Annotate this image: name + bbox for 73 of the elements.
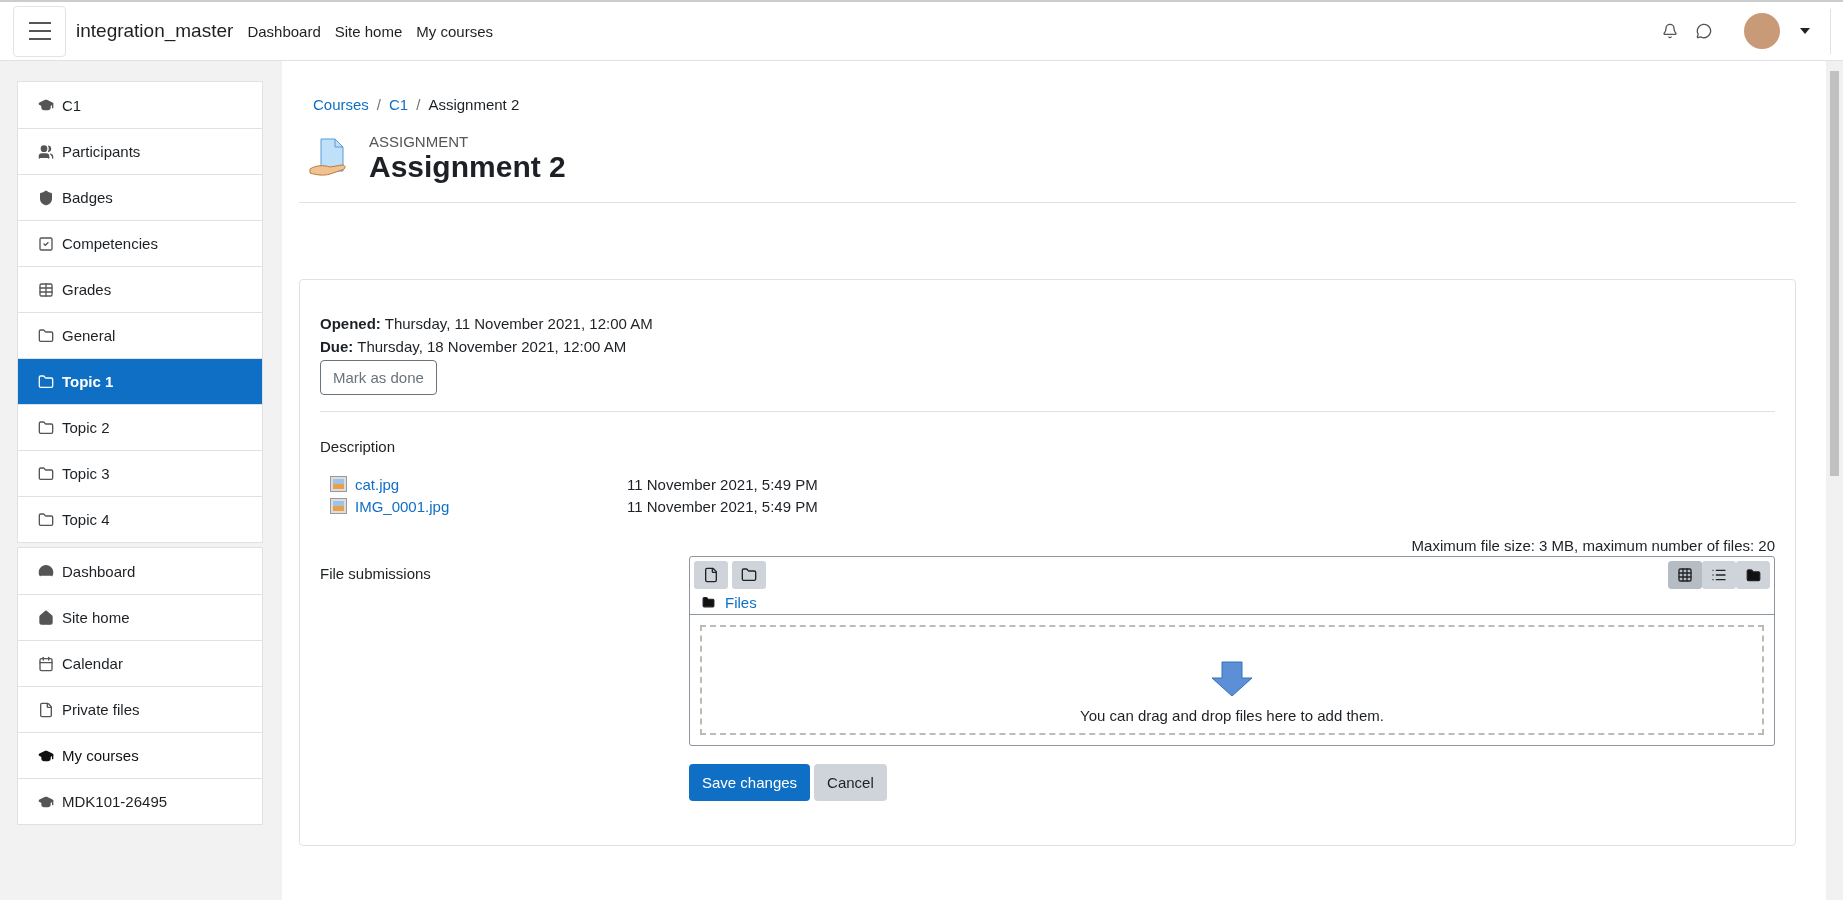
nav-link[interactable]: Site home xyxy=(334,22,403,40)
list-icon xyxy=(1711,567,1727,583)
sidebar-item[interactable]: Grades xyxy=(18,266,262,312)
cancel-button[interactable]: Cancel xyxy=(814,764,887,801)
folder-icon xyxy=(38,511,54,528)
drop-hint: You can drag and drop files here to add them. xyxy=(1080,707,1384,724)
scrollbar[interactable] xyxy=(1826,61,1843,900)
date-line: Opened: Thursday, 11 November 2021, 12:00 AM xyxy=(320,314,654,334)
section-label: Description xyxy=(320,438,397,455)
current-page-label[interactable]: Assignment 2 xyxy=(428,96,520,113)
calendar-icon xyxy=(38,655,54,672)
drop-zone[interactable]: You can drag and drop files here to add them. xyxy=(700,625,1764,735)
checkbox-icon xyxy=(38,235,54,252)
notifications-bell-icon[interactable] xyxy=(1662,23,1678,39)
folder-icon xyxy=(38,373,54,390)
sidebar-item[interactable]: Calendar xyxy=(18,640,262,686)
graduation-cap-icon xyxy=(38,97,54,113)
messages-icon[interactable] xyxy=(1696,23,1712,39)
sidebar-item[interactable]: Participants xyxy=(18,128,262,174)
sidebar-item[interactable]: Topic 3 xyxy=(18,450,262,496)
mark-as-done-button[interactable]: Mark as done xyxy=(320,360,437,395)
site-name[interactable]: integration_master xyxy=(76,20,234,42)
view-toggle-button[interactable] xyxy=(1668,561,1702,589)
caret-icon[interactable] xyxy=(1800,28,1810,34)
sidebar-item[interactable]: Topic 1 xyxy=(18,358,262,404)
file-date: 11 November 2021, 5:49 PM xyxy=(627,497,818,515)
image-file-icon xyxy=(330,476,347,492)
sidebar-item[interactable]: My courses xyxy=(18,732,262,778)
file-icon xyxy=(703,567,719,583)
sidebar-item[interactable]: Badges xyxy=(18,174,262,220)
nav-link[interactable]: My courses xyxy=(416,22,493,40)
folder-icon xyxy=(38,419,54,436)
sidebar-item[interactable]: Competencies xyxy=(18,220,262,266)
folder-icon xyxy=(702,596,715,609)
folder-icon xyxy=(38,465,54,482)
sidebar-item[interactable]: MDK101-26495 xyxy=(18,778,262,824)
breadcrumb-link[interactable]: Courses xyxy=(313,96,369,113)
breadcrumb-separator: / xyxy=(416,96,421,113)
sidebar-item[interactable]: C1 xyxy=(18,82,262,128)
folder-icon xyxy=(741,567,757,583)
section-label: File submissions xyxy=(320,564,432,584)
sidebar-item[interactable]: Topic 4 xyxy=(18,496,262,542)
file-date: 11 November 2021, 5:49 PM xyxy=(627,475,818,493)
folder-icon xyxy=(38,327,54,344)
shield-icon xyxy=(38,189,54,206)
path-link[interactable]: Files xyxy=(725,594,757,611)
grid-icon xyxy=(1677,567,1693,583)
page-title: Assignment 2 xyxy=(369,150,566,184)
view-toggle-button[interactable] xyxy=(1736,561,1770,589)
menu-button[interactable] xyxy=(13,5,66,57)
folder-icon xyxy=(1745,567,1761,583)
file-icon xyxy=(38,701,54,718)
view-toggle-button[interactable] xyxy=(1702,561,1736,589)
sidebar-item[interactable]: Private files xyxy=(18,686,262,732)
activity-type: ASSIGNMENT xyxy=(369,133,470,150)
sidebar-item[interactable]: Site home xyxy=(18,594,262,640)
upload-limits: Maximum file size: 3 MB, maximum number of files: 20 xyxy=(1410,537,1775,554)
image-file-icon xyxy=(330,498,347,514)
date-line: Due: Thursday, 18 November 2021, 12:00 AM xyxy=(320,337,628,357)
breadcrumb-separator: / xyxy=(376,96,382,113)
home-icon xyxy=(38,609,54,626)
down-arrow-icon xyxy=(1211,661,1253,697)
table-icon xyxy=(38,281,54,298)
save-button[interactable]: Save changes xyxy=(689,764,811,801)
create-folder-button[interactable] xyxy=(732,561,766,589)
sidebar-item[interactable]: Dashboard xyxy=(18,548,262,594)
add-file-button[interactable] xyxy=(694,561,728,589)
nav-link[interactable]: Dashboard xyxy=(247,22,321,40)
sidebar-item[interactable]: Topic 2 xyxy=(18,404,262,450)
breadcrumb-link[interactable]: C1 xyxy=(389,96,409,113)
users-icon xyxy=(38,143,54,160)
file-link[interactable]: IMG_0001.jpg xyxy=(355,497,627,515)
file-link[interactable]: cat.jpg xyxy=(355,475,627,493)
